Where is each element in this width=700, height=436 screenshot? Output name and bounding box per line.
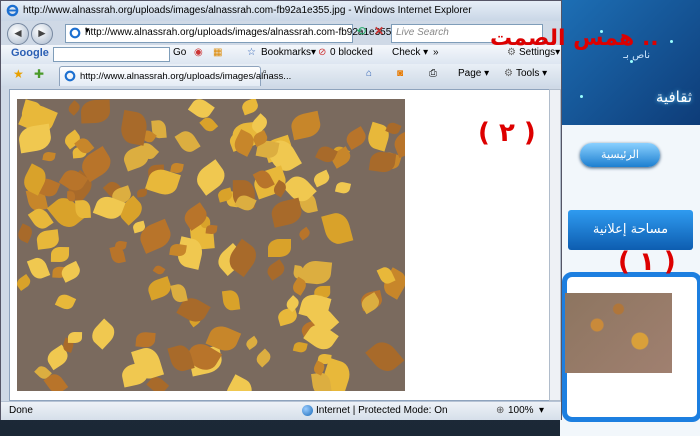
autumn-leaves-image[interactable] — [17, 99, 405, 391]
leaf-shape — [289, 110, 323, 141]
home-icon[interactable]: ⌂ — [366, 68, 372, 79]
site-header-small-text: ناص بـ — [623, 50, 650, 61]
leaf-shape — [368, 149, 397, 174]
leaf-shape — [27, 255, 51, 281]
print-icon[interactable]: ⎙ — [429, 68, 437, 79]
tab-bar: ★ ✚ http://www.alnassrah.org/uploads/ima… — [1, 64, 561, 86]
address-bar[interactable]: http://www.alnassrah.org/uploads/images/… — [65, 24, 407, 43]
refresh-icon[interactable]: ⟲ — [353, 24, 369, 41]
page-icon — [69, 27, 81, 39]
page-menu[interactable]: Page ▾ — [458, 68, 489, 79]
leaf-shape — [321, 210, 354, 247]
site-header-text: ثقافية — [655, 88, 692, 106]
window-title: http://www.alnassrah.org/uploads/images/… — [23, 5, 472, 16]
leaf-shape — [17, 223, 35, 244]
stop-icon[interactable]: ✕ — [371, 24, 387, 41]
leaf-shape — [152, 263, 166, 277]
leaf-shape — [170, 283, 189, 304]
leaf-shape — [205, 224, 217, 235]
ie-logo-icon — [6, 4, 19, 17]
leaf-shape — [145, 275, 174, 301]
leaf-shape — [221, 374, 257, 391]
google-go-button[interactable]: Go — [173, 47, 186, 58]
google-apps-icon[interactable]: ▦ — [213, 47, 222, 58]
status-bar: Done Internet | Protected Mode: On ⊕ 100… — [1, 401, 561, 420]
search-placeholder: Live Search — [396, 27, 449, 38]
leaf-shape — [264, 259, 288, 281]
tools-gear-icon: ⚙ — [504, 68, 513, 79]
leaf-shape — [270, 197, 305, 228]
leaf-shape — [297, 226, 312, 241]
leaf-shape — [136, 188, 148, 198]
tab-label: http://www.alnassrah.org/uploads/images/… — [80, 71, 292, 82]
leaf-shape — [221, 288, 241, 312]
leaf-shape — [343, 125, 369, 150]
leaf-shape — [54, 291, 77, 312]
title-bar[interactable]: http://www.alnassrah.org/uploads/images/… — [1, 1, 561, 21]
pagerank-icon: ◉ — [194, 47, 203, 58]
leaf-shape — [268, 239, 292, 258]
annotation-one: ( ١ ) — [618, 247, 676, 277]
leaf-shape — [119, 361, 150, 388]
tab-current[interactable]: http://www.alnassrah.org/uploads/images/… — [59, 66, 291, 86]
leaf-shape — [118, 110, 149, 146]
feeds-icon[interactable]: ◙ — [397, 68, 403, 79]
leaf-shape — [80, 99, 111, 124]
leaf-shape — [174, 128, 202, 156]
security-zone[interactable]: Internet | Protected Mode: On — [316, 405, 448, 416]
leaf-shape — [58, 260, 83, 283]
image-thumbnail[interactable] — [565, 293, 672, 373]
toolbar-more-button[interactable]: » — [433, 47, 439, 58]
page-content — [9, 89, 551, 401]
leaf-shape — [292, 340, 308, 354]
tab-page-icon — [64, 70, 76, 82]
leaf-shape — [66, 99, 82, 116]
zoom-level[interactable]: 100% — [508, 405, 534, 416]
leaf-shape — [334, 180, 352, 195]
new-tab-button[interactable]: ▫ — [263, 67, 267, 78]
zoom-icon: ⊕ — [496, 405, 505, 416]
google-search-input[interactable] — [53, 47, 170, 62]
leaf-shape — [365, 336, 405, 377]
google-logo: Google — [11, 47, 49, 59]
popup-blocker-icon: ⊘ — [318, 47, 327, 58]
back-button[interactable]: ◄ — [7, 23, 29, 45]
favorites-star-icon[interactable]: ★ — [13, 67, 24, 81]
leaf-shape — [244, 335, 260, 351]
vertical-scrollbar[interactable] — [549, 89, 561, 401]
leaf-shape — [42, 151, 56, 163]
site-ad-space-button[interactable]: مساحة إعلانية — [568, 210, 693, 250]
forward-button[interactable]: ► — [31, 23, 53, 45]
site-header-banner: ناص بـ ثقافية — [560, 0, 700, 125]
leaf-shape — [67, 331, 82, 343]
leaf-shape — [275, 306, 298, 327]
ie-window: http://www.alnassrah.org/uploads/images/… — [0, 0, 562, 420]
leaf-shape — [74, 199, 91, 219]
annotation-two: ( ٢ ) — [478, 118, 536, 148]
leaf-shape — [87, 317, 119, 350]
add-favorites-icon[interactable]: ✚ — [34, 67, 44, 81]
leaf-shape — [17, 273, 33, 291]
status-text: Done — [9, 405, 33, 416]
popup-blocked-count[interactable]: 0 blocked — [330, 47, 373, 58]
google-toolbar: Google Go ◉ ▦ ☆ Bookmarks▾ ⊘ 0 blocked C… — [1, 45, 561, 65]
annotation-top: همس الصمت .. — [490, 26, 659, 51]
bookmarks-button[interactable]: Bookmarks▾ — [261, 47, 316, 58]
site-home-button[interactable]: الرئيسية — [580, 143, 660, 167]
leaf-shape — [311, 169, 332, 187]
leaf-shape — [239, 99, 260, 116]
navigation-bar: ◄ ► http://www.alnassrah.org/uploads/ima… — [1, 21, 561, 45]
leaf-shape — [51, 246, 70, 262]
leaf-shape — [17, 124, 53, 154]
spellcheck-button[interactable]: Check ▾ — [392, 47, 428, 58]
leaf-shape — [253, 348, 273, 368]
zoom-dropdown-icon[interactable]: ▾ — [539, 405, 544, 416]
leaf-shape — [135, 331, 156, 348]
globe-icon — [302, 405, 313, 416]
tools-menu[interactable]: Tools ▾ — [516, 68, 547, 79]
address-dropdown-icon[interactable]: ▾ — [85, 25, 350, 36]
star-icon: ☆ — [247, 47, 256, 58]
leaf-shape — [113, 239, 127, 251]
